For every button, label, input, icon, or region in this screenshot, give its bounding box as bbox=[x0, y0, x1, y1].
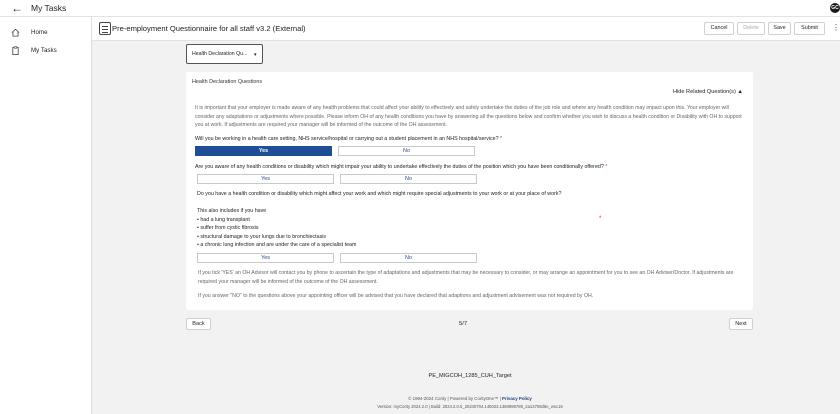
top-bar: ← My Tasks GC bbox=[0, 0, 840, 17]
yes-note: If you tick 'YES' an OH Advisor will con… bbox=[198, 270, 734, 285]
more-options-icon[interactable]: ⋮ bbox=[832, 23, 840, 33]
sidebar: Home My Tasks bbox=[0, 17, 92, 414]
next-button[interactable]: Next bbox=[729, 318, 753, 330]
sidebar-item-home[interactable]: Home bbox=[0, 25, 92, 41]
question-3-text: Do you have a health condition or disabi… bbox=[197, 191, 562, 197]
question-1-text: Will you be working in a health care set… bbox=[195, 136, 499, 142]
q3-yes-button[interactable]: Yes bbox=[197, 253, 334, 263]
also-includes-heading: This also includes if you have bbox=[197, 208, 267, 214]
caret-up-icon: ▲ bbox=[737, 89, 743, 95]
submit-button[interactable]: Submit bbox=[794, 22, 825, 35]
question-3: Do you have a health condition or disabi… bbox=[197, 191, 561, 198]
page-title: Pre-employment Questionnaire for all sta… bbox=[112, 24, 306, 33]
clipboard-icon bbox=[12, 46, 19, 55]
cancel-button[interactable]: Cancel bbox=[704, 22, 734, 35]
no-note: If you answer "NO" to the questions abov… bbox=[198, 293, 594, 299]
home-icon bbox=[11, 28, 20, 37]
footer-copyright: © 1994-2024 Cority | Powered by CorityOn… bbox=[320, 396, 620, 402]
sidebar-item-label: My Tasks bbox=[31, 47, 57, 54]
hide-related-label: Hide Related Question(s) bbox=[673, 89, 736, 95]
sidebar-item-label: Home bbox=[31, 29, 48, 36]
list-item: • structural damage to your lungs due to… bbox=[197, 233, 327, 240]
required-marker: * bbox=[500, 136, 503, 142]
question-card: Health Declaration Questions Hide Relate… bbox=[186, 72, 753, 310]
list-item: • had a lung transplant bbox=[197, 216, 250, 223]
app-title: My Tasks bbox=[31, 3, 67, 13]
avatar[interactable]: GC bbox=[830, 3, 840, 13]
list-item: • a chronic lung infection and are under… bbox=[197, 242, 357, 249]
also-includes-list: This also includes if you have • had a l… bbox=[197, 207, 356, 250]
required-marker: * bbox=[605, 164, 608, 170]
question-2-text: Are you aware of any health conditions o… bbox=[195, 164, 604, 170]
q1-yes-button[interactable]: Yes bbox=[195, 146, 332, 156]
question-2: Are you aware of any health conditions o… bbox=[195, 164, 607, 171]
form-header: Pre-employment Questionnaire for all sta… bbox=[92, 17, 840, 41]
q2-yes-button[interactable]: Yes bbox=[197, 174, 334, 184]
q2-no-button[interactable]: No bbox=[340, 174, 477, 184]
page-indicator: 5/7 bbox=[459, 321, 468, 327]
chevron-down-icon: ▼ bbox=[253, 52, 258, 57]
back-button[interactable]: Back bbox=[186, 318, 211, 330]
back-arrow-icon[interactable]: ← bbox=[11, 1, 23, 15]
delete-button[interactable]: Delete bbox=[737, 22, 765, 35]
question-1: Will you be working in a health care set… bbox=[195, 136, 502, 143]
section-select[interactable]: Health Declaration Qu... ▼ bbox=[186, 44, 263, 64]
list-item: • suffer from cystic fibrosis bbox=[197, 225, 259, 232]
q1-no-button[interactable]: No bbox=[338, 146, 475, 156]
target-id: PE_MIGCOH_1285_CUH_Target bbox=[428, 373, 512, 379]
footer-version: Version: myCority 2024.2.0 | Build: 2024… bbox=[377, 404, 563, 409]
sidebar-item-my-tasks[interactable]: My Tasks bbox=[0, 43, 92, 59]
hide-related-toggle[interactable]: Hide Related Question(s) ▲ bbox=[673, 89, 743, 96]
save-button[interactable]: Save bbox=[768, 22, 791, 35]
privacy-policy-link[interactable]: Privacy Policy bbox=[502, 396, 532, 401]
intro-text: It is important that your employer is ma… bbox=[195, 105, 742, 129]
card-title: Health Declaration Questions bbox=[192, 79, 263, 85]
required-marker: * bbox=[599, 216, 602, 222]
questionnaire-icon bbox=[99, 22, 111, 35]
copyright-text: © 1994-2024 Cority | Powered by CorityOn… bbox=[408, 396, 501, 401]
section-select-value: Health Declaration Qu... bbox=[192, 51, 248, 57]
q3-no-button[interactable]: No bbox=[340, 253, 477, 263]
